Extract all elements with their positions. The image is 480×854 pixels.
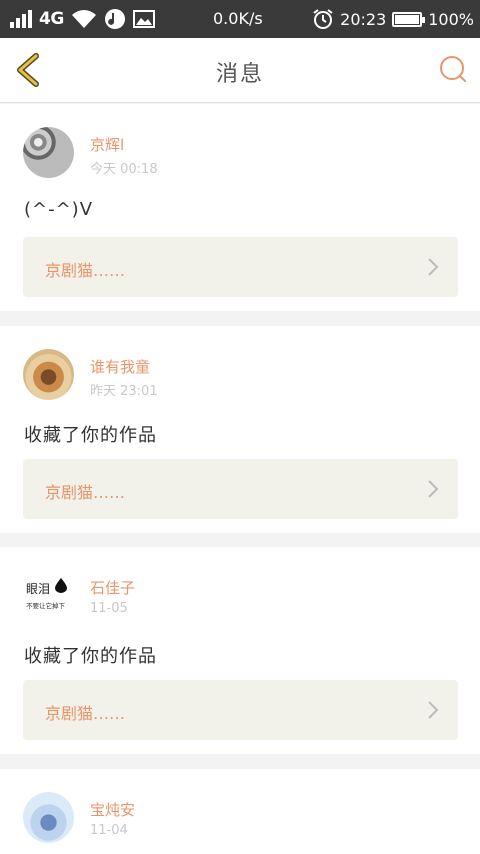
work-link[interactable]: 京剧猫…… <box>23 680 458 740</box>
music-icon <box>104 9 125 29</box>
work-link-title: 京剧猫…… <box>45 261 126 280</box>
sender-name[interactable]: 宝炖安 <box>90 799 135 820</box>
message-time: 11-05 <box>90 601 128 616</box>
network-type: 4G <box>39 9 64 29</box>
message-text: 收藏了你的作品 <box>24 646 157 667</box>
clock: 20:23 <box>340 9 387 29</box>
message-card: 京辉l 今天 00:18 (^-^)V 京剧猫…… <box>0 104 480 311</box>
chevron-right-icon <box>428 701 439 719</box>
status-bar: 4G 0.0K/s 20:23 100% <box>0 0 480 38</box>
work-link-title: 京剧猫…… <box>45 704 126 723</box>
avatar[interactable] <box>23 127 74 178</box>
work-link-title: 京剧猫…… <box>45 483 126 502</box>
alarm-icon <box>313 9 333 29</box>
chevron-right-icon <box>428 480 439 498</box>
chevron-right-icon <box>428 258 439 276</box>
message-text: (^-^)V <box>24 199 94 220</box>
avatar[interactable]: 眼泪 不要让它掉下 <box>23 570 74 621</box>
search-icon[interactable] <box>438 54 468 84</box>
message-card: 眼泪 不要让它掉下 石佳子 11-05 收藏了你的作品 京剧猫…… <box>0 547 480 754</box>
battery-percent: 100% <box>428 9 474 29</box>
work-link[interactable]: 京剧猫…… <box>23 459 458 519</box>
avatar-text: 眼泪 <box>26 582 51 596</box>
sender-name[interactable]: 石佳子 <box>90 577 135 598</box>
avatar[interactable] <box>23 349 74 400</box>
message-time: 昨天 23:01 <box>90 384 158 399</box>
message-text: 收藏了你的作品 <box>24 425 157 446</box>
message-card: 谁有我童 昨天 23:01 收藏了你的作品 京剧猫…… <box>0 326 480 533</box>
message-time: 今天 00:18 <box>90 162 158 177</box>
teardrop-icon <box>55 578 67 593</box>
wifi-icon <box>71 10 96 28</box>
page-title: 消息 <box>215 62 264 87</box>
message-card: 宝炖安 11-04 <box>0 769 480 854</box>
app-header: 消息 <box>0 38 480 103</box>
signal-icon <box>10 10 32 28</box>
battery-icon <box>392 11 426 27</box>
sender-name[interactable]: 谁有我童 <box>90 356 150 377</box>
image-icon <box>132 10 155 28</box>
avatar-subtext: 不要让它掉下 <box>26 602 65 610</box>
message-time: 11-04 <box>90 823 128 838</box>
work-link[interactable]: 京剧猫…… <box>23 237 458 297</box>
sender-name[interactable]: 京辉l <box>90 134 124 155</box>
avatar[interactable] <box>23 792 74 843</box>
network-speed: 0.0K/s <box>213 9 263 28</box>
